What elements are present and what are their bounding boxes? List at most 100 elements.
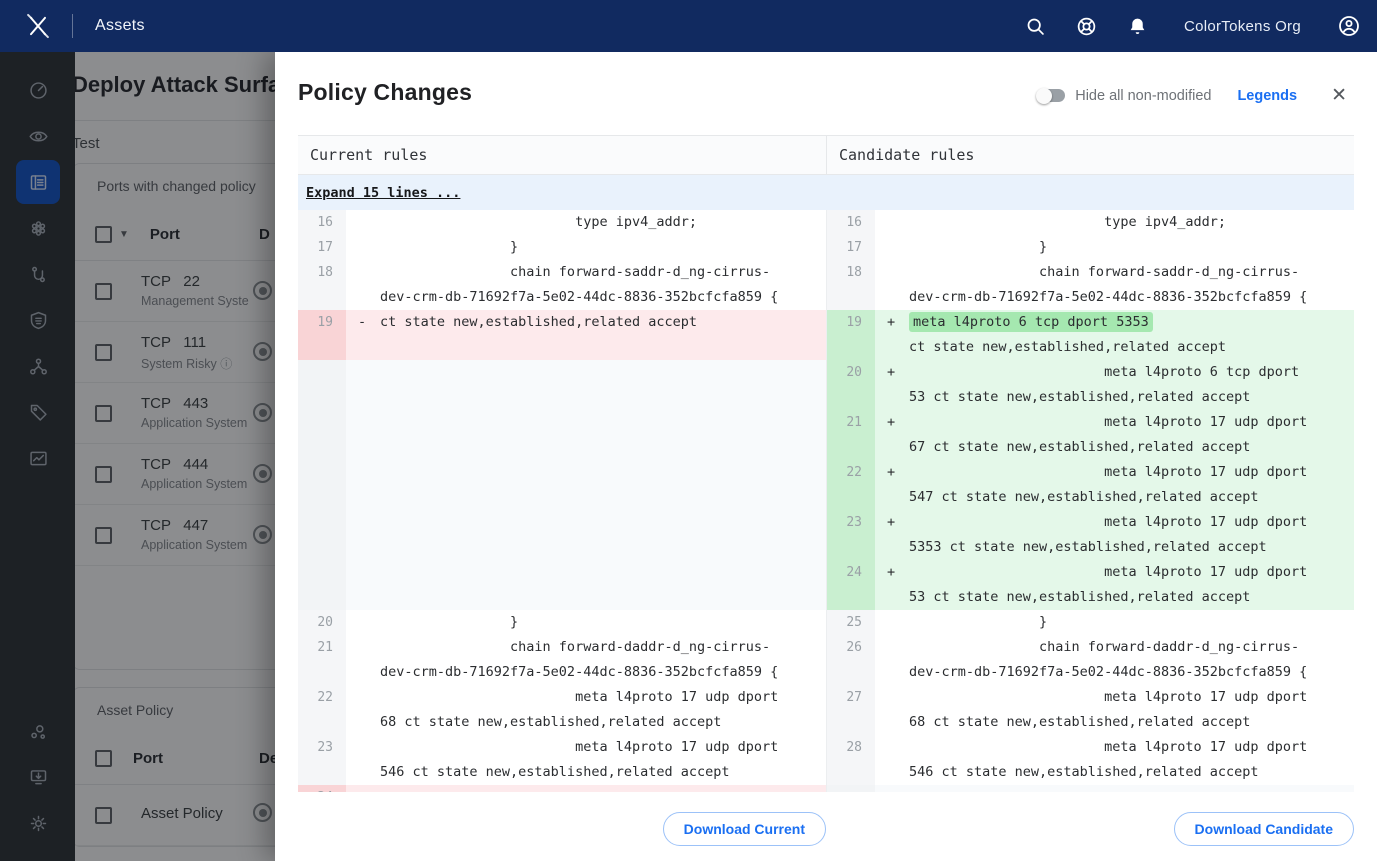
code-line: }	[909, 239, 1048, 255]
diff-cell-current: 18 chain forward-saddr-d_ng-cirrus-dev-c…	[298, 260, 826, 310]
diff-row: 21 + meta l4proto 17 udp dport 67 ct state…	[298, 410, 1354, 460]
code-line: meta l4proto 17 udp dport	[380, 739, 779, 755]
code-block: }	[875, 235, 1354, 260]
diff-row: 23 + meta l4proto 17 udp dport 5353 ct sta…	[298, 510, 1354, 560]
diff-cell-candidate: 18 chain forward-saddr-d_ng-cirrus-dev-c…	[826, 260, 1354, 310]
legends-link[interactable]: Legends	[1237, 88, 1297, 104]
line-number: 24	[298, 785, 346, 792]
toggle-knob	[1036, 87, 1053, 104]
diff-prefix: +	[887, 464, 896, 480]
diff-cell-candidate: 28 meta l4proto 17 udp dport 546 ct state…	[826, 735, 1354, 785]
expand-lines-link[interactable]: Expand 15 lines ...	[306, 185, 460, 201]
policy-changes-modal: Policy Changes Hide all non-modified Leg…	[275, 52, 1377, 861]
line-number: 19	[827, 310, 875, 360]
code-line: meta l4proto 17 udp dport	[380, 689, 779, 705]
help-icon[interactable]	[1076, 16, 1097, 37]
code-block: + meta l4proto 17 udp dport 67 ct state n…	[875, 410, 1354, 460]
code-line: chain forward-saddr-d_ng-cirrus-	[909, 264, 1300, 280]
code-block: chain forward-daddr-d_ng-cirrus-dev-crm-…	[875, 635, 1354, 685]
diff-row: 22 meta l4proto 17 udp dport 68 ct state …	[298, 685, 1354, 735]
code-block	[346, 510, 826, 560]
code-block: chain forward-saddr-d_ng-cirrus-dev-crm-…	[346, 260, 826, 310]
code-line: 546 ct state new,established,related acc…	[380, 764, 730, 780]
navbar-divider	[72, 14, 73, 38]
diff-prefix: +	[887, 514, 896, 530]
diff-row: 18 chain forward-saddr-d_ng-cirrus-dev-c…	[298, 260, 1354, 310]
line-number: 24	[827, 560, 875, 610]
code-line: + meta l4proto 6 tcp dport	[887, 360, 1354, 385]
diff-cell-candidate: 20 + meta l4proto 6 tcp dport 53 ct state …	[826, 360, 1354, 410]
code-line: }	[380, 614, 519, 630]
code-block: meta l4proto 17 udp dport 546 ct state ne…	[346, 735, 826, 785]
code-block: type ipv4_addr;	[346, 210, 826, 235]
line-number: 17	[298, 235, 346, 260]
search-icon[interactable]	[1025, 16, 1046, 37]
code-block: -	[346, 785, 826, 792]
line-number: 26	[827, 635, 875, 685]
code-block: chain forward-saddr-d_ng-cirrus-dev-crm-…	[875, 260, 1354, 310]
line-number	[298, 460, 346, 510]
code-line: dev-crm-db-71692f7a-5e02-44dc-8836-352bc…	[909, 664, 1308, 680]
diff-body[interactable]: 16 type ipv4_addr; 16 type ipv4_addr; 17 }…	[298, 210, 1354, 792]
line-number: 18	[827, 260, 875, 310]
diff-cell-current	[298, 560, 826, 610]
code-line: meta l4proto 17 udp dport	[909, 689, 1308, 705]
code-block: + meta l4proto 17 udp dport 547 ct state …	[875, 460, 1354, 510]
line-number: 18	[298, 260, 346, 310]
diff-prefix: +	[887, 564, 896, 580]
diff-cell-candidate: 21 + meta l4proto 17 udp dport 67 ct state…	[826, 410, 1354, 460]
diff-cell-candidate: 16 type ipv4_addr;	[826, 210, 1354, 235]
diff-cell-candidate: 24 + meta l4proto 17 udp dport 53 ct state…	[826, 560, 1354, 610]
page-title: Assets	[95, 17, 145, 34]
diff-row: 21 chain forward-daddr-d_ng-cirrus-dev-c…	[298, 635, 1354, 685]
code-line: chain forward-saddr-d_ng-cirrus-	[380, 264, 771, 280]
download-candidate-button[interactable]: Download Candidate	[1173, 812, 1354, 846]
code-block: + meta l4proto 6 tcp dport 53 ct state ne…	[875, 360, 1354, 410]
line-number: 23	[298, 735, 346, 785]
code-line: chain forward-daddr-d_ng-cirrus-	[909, 639, 1300, 655]
diff-column-headers: Current rules Candidate rules	[298, 135, 1354, 175]
diff-cell-candidate: 17 }	[826, 235, 1354, 260]
candidate-rules-header: Candidate rules	[826, 136, 1354, 174]
code-line: 53 ct state new,established,related acce…	[909, 389, 1251, 405]
code-block	[875, 785, 1354, 792]
code-line: dev-crm-db-71692f7a-5e02-44dc-8836-352bc…	[380, 664, 779, 680]
diff-viewer: Current rules Candidate rules Expand 15 …	[298, 135, 1354, 792]
notifications-bell-icon[interactable]	[1127, 16, 1148, 37]
diff-cell-candidate: 26 chain forward-daddr-d_ng-cirrus-dev-c…	[826, 635, 1354, 685]
code-line: 67 ct state new,established,related acce…	[909, 439, 1251, 455]
current-rules-header: Current rules	[310, 146, 428, 164]
code-block: meta l4proto 17 udp dport 68 ct state new…	[875, 685, 1354, 735]
user-avatar-icon[interactable]	[1337, 14, 1361, 38]
diff-cell-candidate: 19 + meta l4proto 6 tcp dport 5353 ct state…	[826, 310, 1354, 360]
top-navbar: Assets ColorTokens Org	[0, 0, 1377, 52]
diff-cell-candidate: 22 + meta l4proto 17 udp dport 547 ct stat…	[826, 460, 1354, 510]
diff-prefix: -	[358, 785, 366, 792]
diff-cell-current: 20 }	[298, 610, 826, 635]
diff-cell-current: 22 meta l4proto 17 udp dport 68 ct state …	[298, 685, 826, 735]
code-block	[346, 460, 826, 510]
diff-cell-candidate: 25 }	[826, 610, 1354, 635]
hide-non-modified-toggle[interactable]	[1036, 87, 1066, 104]
code-line: type ipv4_addr;	[380, 214, 697, 230]
code-block	[346, 560, 826, 610]
code-block: type ipv4_addr;	[875, 210, 1354, 235]
toggle-label: Hide all non-modified	[1075, 87, 1212, 104]
diff-row: 23 meta l4proto 17 udp dport 546 ct state…	[298, 735, 1354, 785]
code-line: }	[380, 239, 519, 255]
line-number: 16	[827, 210, 875, 235]
diff-cell-current: 19 - ct state new,established,related acce…	[298, 310, 826, 360]
diff-cell-current	[298, 460, 826, 510]
download-current-button[interactable]: Download Current	[662, 812, 826, 846]
code-block: }	[346, 610, 826, 635]
close-icon[interactable]: ✕	[1331, 86, 1347, 105]
colortokens-logo-icon	[27, 13, 49, 39]
org-name[interactable]: ColorTokens Org	[1184, 18, 1301, 35]
code-line: 546 ct state new,established,related acc…	[909, 764, 1259, 780]
diff-cell-current: 24 -	[298, 785, 826, 792]
